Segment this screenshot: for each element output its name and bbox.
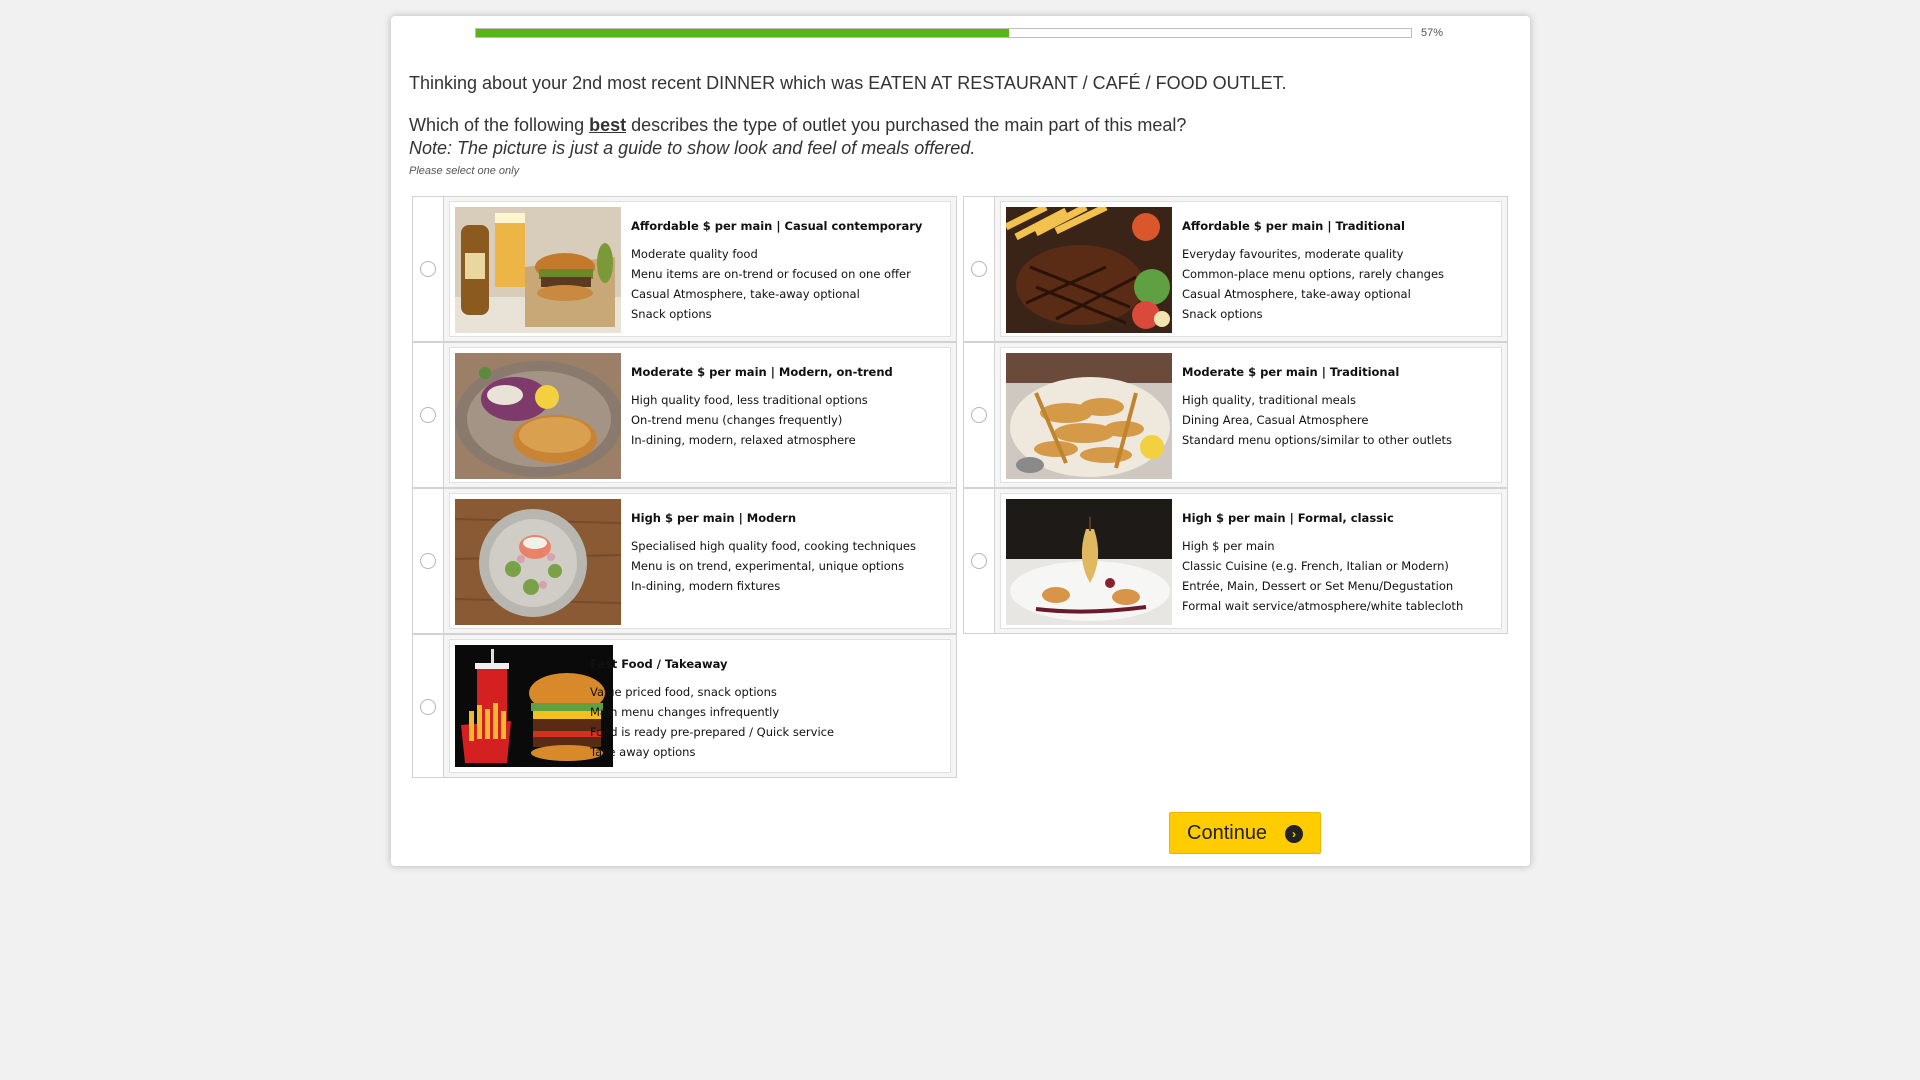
radio-cell[interactable] [964, 343, 995, 487]
option-panel[interactable]: Fast Food / Takeaway Value priced food, … [449, 639, 951, 773]
option-radio[interactable] [971, 407, 987, 423]
option-text: Affordable $ per main | Traditional Ever… [1182, 216, 1495, 324]
option-detail: Food is ready pre-prepared / Quick servi… [590, 725, 835, 739]
option-affordable-traditional[interactable]: Affordable $ per main | Traditional Ever… [963, 196, 1508, 342]
option-detail: Main menu changes infrequently [590, 705, 780, 719]
option-title: Affordable $ per main | Casual contempor… [631, 219, 923, 233]
option-panel[interactable]: Moderate $ per main | Modern, on-trend H… [449, 347, 951, 483]
option-detail: Formal wait service/atmosphere/white tab… [1182, 599, 1464, 613]
option-text: Affordable $ per main | Casual contempor… [631, 216, 944, 324]
progress-percent: 57% [1421, 27, 1444, 39]
option-title: High $ per main | Modern [631, 511, 797, 525]
chevron-right-icon: › [1285, 825, 1303, 843]
option-detail: Entrée, Main, Dessert or Set Menu/Degust… [1182, 579, 1454, 593]
option-detail: Casual Atmosphere, take-away optional [1182, 287, 1411, 301]
schnitzel-slaw-plate-photo [455, 353, 621, 479]
option-panel[interactable]: Affordable $ per main | Traditional Ever… [1000, 201, 1502, 337]
option-detail: Menu is on trend, experimental, unique o… [631, 559, 905, 573]
continue-label: Continue [1187, 822, 1268, 844]
option-panel[interactable]: High $ per main | Formal, classic High $… [1000, 493, 1502, 629]
option-detail: On-trend menu (changes frequently) [631, 413, 843, 427]
question-text: Which of the following best describes th… [409, 115, 1186, 136]
burger-box-and-beer-photo [455, 207, 621, 333]
survey-card: 57% Thinking about your 2nd most recent … [391, 16, 1530, 866]
option-panel[interactable]: High $ per main | Modern Specialised hig… [449, 493, 951, 629]
option-detail: High $ per main [1182, 539, 1275, 553]
option-detail: Moderate quality food [631, 247, 758, 261]
option-radio[interactable] [420, 699, 436, 715]
radio-cell[interactable] [413, 635, 444, 777]
progress-bar: 57% [475, 27, 1495, 42]
question-note: Note: The picture is just a guide to sho… [409, 138, 976, 158]
question-prefix: Which of the following [409, 115, 590, 135]
option-detail: In-dining, modern, relaxed atmosphere [631, 433, 856, 447]
option-text: Fast Food / Takeaway Value priced food, … [590, 654, 944, 762]
select-one-hint: Please select one only [409, 165, 520, 177]
radio-cell[interactable] [964, 197, 995, 341]
option-title: Moderate $ per main | Traditional [1182, 365, 1400, 379]
steak-and-chips-photo [1006, 207, 1172, 333]
fine-dining-dessert-photo [1006, 499, 1172, 625]
option-fast-food-takeaway[interactable]: Fast Food / Takeaway Value priced food, … [412, 634, 957, 778]
option-detail: High quality, traditional meals [1182, 393, 1356, 407]
progress-track [475, 28, 1412, 38]
option-text: High $ per main | Formal, classic High $… [1182, 508, 1495, 616]
option-radio[interactable] [971, 261, 987, 277]
option-detail: Common-place menu options, rarely change… [1182, 267, 1445, 281]
option-title: Affordable $ per main | Traditional [1182, 219, 1405, 233]
option-detail: Snack options [631, 307, 712, 321]
option-radio[interactable] [420, 261, 436, 277]
option-text: High $ per main | Modern Specialised hig… [631, 508, 944, 596]
option-radio[interactable] [971, 553, 987, 569]
option-detail: Classic Cuisine (e.g. French, Italian or… [1182, 559, 1449, 573]
option-detail: Specialised high quality food, cooking t… [631, 539, 916, 553]
question-suffix: describes the type of outlet you purchas… [626, 115, 1187, 135]
option-panel[interactable]: Affordable $ per main | Casual contempor… [449, 201, 951, 337]
option-panel[interactable]: Moderate $ per main | Traditional High q… [1000, 347, 1502, 483]
option-high-modern[interactable]: High $ per main | Modern Specialised hig… [412, 488, 957, 634]
option-text: Moderate $ per main | Modern, on-trend H… [631, 362, 944, 450]
radio-cell[interactable] [964, 489, 995, 633]
radio-cell[interactable] [413, 343, 444, 487]
option-detail: Casual Atmosphere, take-away optional [631, 287, 860, 301]
option-detail: Standard menu options/similar to other o… [1182, 433, 1453, 447]
option-moderate-traditional[interactable]: Moderate $ per main | Traditional High q… [963, 342, 1508, 488]
option-detail: Take away options [590, 745, 696, 759]
option-high-formal-classic[interactable]: High $ per main | Formal, classic High $… [963, 488, 1508, 634]
salad-bowl-on-wood-photo [455, 499, 621, 625]
continue-button[interactable]: Continue › [1169, 812, 1321, 854]
seafood-basket-photo [1006, 353, 1172, 479]
progress-fill [476, 29, 1009, 37]
option-title: Moderate $ per main | Modern, on-trend [631, 365, 893, 379]
option-detail: Dining Area, Casual Atmosphere [1182, 413, 1369, 427]
option-detail: High quality food, less traditional opti… [631, 393, 868, 407]
radio-cell[interactable] [413, 197, 444, 341]
question-context: Thinking about your 2nd most recent DINN… [409, 73, 1287, 93]
option-detail: Everyday favourites, moderate quality [1182, 247, 1404, 261]
option-text: Moderate $ per main | Traditional High q… [1182, 362, 1495, 450]
radio-cell[interactable] [413, 489, 444, 633]
option-moderate-modern-on-trend[interactable]: Moderate $ per main | Modern, on-trend H… [412, 342, 957, 488]
option-detail: Value priced food, snack options [590, 685, 777, 699]
option-radio[interactable] [420, 553, 436, 569]
option-affordable-casual-contemporary[interactable]: Affordable $ per main | Casual contempor… [412, 196, 957, 342]
option-radio[interactable] [420, 407, 436, 423]
option-title: High $ per main | Formal, classic [1182, 511, 1394, 525]
option-detail: In-dining, modern fixtures [631, 579, 781, 593]
option-detail: Menu items are on-trend or focused on on… [631, 267, 911, 281]
option-title: Fast Food / Takeaway [590, 657, 728, 671]
question-emphasis: best [589, 115, 627, 135]
option-detail: Snack options [1182, 307, 1263, 321]
